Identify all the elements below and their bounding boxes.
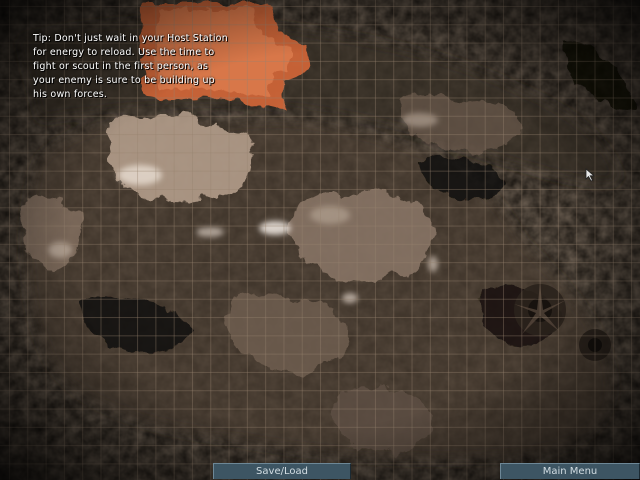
tip-line: fight or scout in the first person, as: [33, 61, 209, 72]
terrain-glint: [118, 165, 162, 185]
tip-line: your enemy is sure to be building up: [33, 75, 215, 86]
terrain-glint: [48, 242, 72, 258]
tip-text: Tip: Don't just wait in your Host Statio…: [33, 32, 283, 102]
terrain-glint: [196, 227, 224, 237]
main-menu-button[interactable]: Main Menu: [500, 463, 640, 479]
terrain-glint: [259, 221, 291, 235]
tip-line: Tip: Don't just wait in your Host Statio…: [33, 33, 228, 44]
terrain-glint: [428, 256, 438, 272]
tip-line: his own forces.: [33, 89, 108, 100]
terrain-glint: [342, 293, 358, 303]
arrow-cursor-icon: [585, 168, 596, 182]
level-select-screen: Tip: Don't just wait in your Host Statio…: [0, 0, 640, 480]
terrain-glint: [310, 206, 350, 224]
terrain-glint: [402, 113, 438, 127]
tip-line: for energy to reload. Use the time to: [33, 47, 215, 58]
save-load-button[interactable]: Save/Load: [213, 463, 351, 479]
